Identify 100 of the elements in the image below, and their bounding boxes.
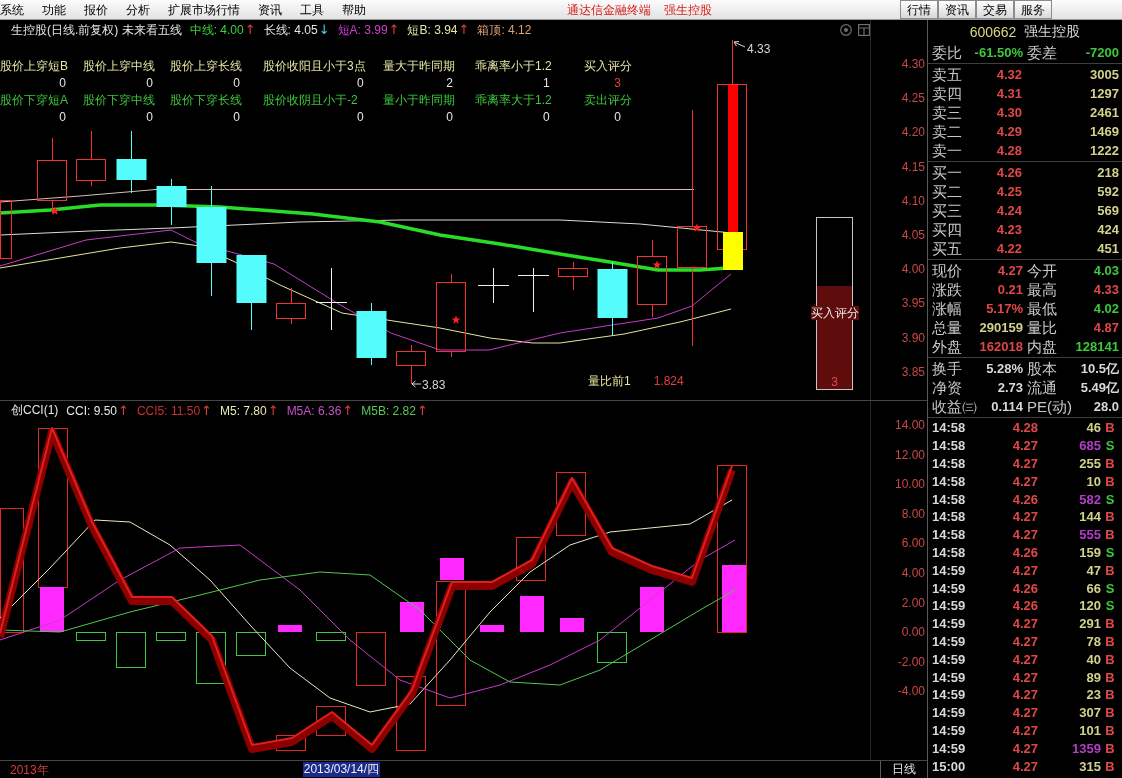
trade-time: 14:58 [932,527,967,543]
quote-value: 10.5亿 [1080,361,1119,376]
menu-item[interactable]: 分析 [126,0,150,19]
trade-volume: 144 [1079,509,1101,525]
order-volume: 1222 [1090,143,1119,158]
trade-side: B [1105,509,1115,525]
indicator-value: 中线: 4.00 [189,21,244,39]
order-price: 4.31 [996,86,1022,101]
menu-item[interactable]: 系统 [0,0,24,19]
negative-column [236,632,266,656]
trade-time: 14:58 [932,420,967,436]
trade-price: 4.27 [1012,705,1038,721]
trend-arrow: ↑ [244,23,256,37]
trade-time: 14:59 [932,722,967,738]
trend-arrow: ↑ [458,23,470,37]
trade-side: B [1105,456,1115,471]
menu-item[interactable]: 资讯 [258,0,282,19]
signal-label: 股价下穿短A [0,92,68,109]
doji-candle [517,267,550,313]
axis-label: 4.00 [901,565,925,580]
falling-candle [356,302,387,366]
menu-item[interactable]: 扩展市场行情 [168,0,240,19]
view-tab[interactable]: 资讯 [938,0,976,19]
view-tab[interactable]: 行情 [900,0,938,19]
trade-volume: 46 [1086,420,1101,436]
chart-title: 创CCI(1) [11,402,59,419]
trade-price: 4.27 [1012,562,1038,578]
trade-price: 4.27 [1012,722,1038,738]
quote-label: 内盘 [1027,337,1057,356]
quote-value: 4.03 [1093,263,1119,278]
volume-ratio-label: 量比前1 [588,374,631,388]
indicator-value: M5: 7.80 [220,403,267,418]
window-icon[interactable] [858,24,870,36]
signal-value: 0 [446,109,453,126]
quote-label: 涨幅 [932,299,962,318]
trade-time: 14:58 [932,473,967,489]
cci-column [516,537,546,581]
axis-label: 8.00 [901,506,925,521]
order-price: 4.29 [996,124,1022,139]
menu-item[interactable]: 功能 [42,0,66,19]
signal-value: 3 [614,75,621,92]
order-volume: 1297 [1090,86,1119,101]
stock-name: 强生控股 [1024,22,1081,41]
quote-label: 流通 [1027,378,1057,397]
menu-item[interactable]: 工具 [300,0,324,19]
quote-label: 委比 [932,43,962,62]
quote-label: 涨跌 [932,280,962,299]
high-price-label: 4.33 [747,42,771,56]
signal-value: 0 [233,75,240,92]
negative-column [116,632,146,668]
view-tab[interactable]: 服务 [1014,0,1052,19]
trade-time: 14:59 [932,580,967,596]
signal-value: 0 [614,109,621,126]
axis-label: 3.90 [901,330,925,345]
quote-value: -61.50% [974,45,1023,60]
quote-value: 2.73 [997,380,1023,395]
quote-value: 0.21 [997,282,1023,297]
menu-item[interactable]: 报价 [84,0,108,19]
signal-value: 2 [446,75,453,92]
axis-label: 4.05 [901,227,925,242]
trend-arrow: ↑ [342,403,354,418]
trend-arrow: ↑ [267,403,279,418]
trade-price: 4.27 [1012,669,1038,685]
star-marker-icon [50,206,60,215]
cursor-date-label: 2013/03/14/四 [302,762,381,777]
target-icon[interactable] [840,24,852,36]
chart-title: 生控股(日线.前复权) 未来看五线 [11,21,182,39]
menu-item[interactable]: 帮助 [342,0,366,19]
order-level-label: 买四 [932,220,963,239]
trade-price: 4.27 [1012,758,1038,774]
order-volume: 2461 [1090,105,1119,120]
trade-price: 4.27 [1012,527,1038,543]
signal-value: 1 [543,75,550,92]
trade-time: 14:58 [932,438,967,454]
indicator-value: M5B: 2.82 [361,403,416,418]
axis-label: 4.15 [901,159,925,174]
doji-candle [477,267,510,304]
trend-arrow: ↑ [416,403,428,418]
trade-side: B [1105,527,1115,543]
quote-label: 换手 [932,359,962,378]
rising-candle [76,130,106,187]
trade-volume: 23 [1086,687,1101,703]
signal-label: 乖离率小于1.2 [475,58,552,75]
quote-value: 0.114 [991,399,1023,414]
trade-side: B [1105,420,1115,436]
order-level-label: 买一 [932,163,963,182]
rising-candle [276,287,306,325]
histogram-bar [40,587,64,632]
view-tab[interactable]: 交易 [976,0,1014,19]
star-marker-icon [652,260,662,269]
signal-value: 0 [233,109,240,126]
trade-volume: 120 [1079,598,1101,614]
trade-price: 4.27 [1012,438,1038,454]
trade-price: 4.26 [1012,580,1038,596]
signal-label: 买入评分 [584,58,632,75]
trade-volume: 582 [1079,491,1101,507]
negative-column [597,632,627,663]
order-level-label: 买二 [932,182,963,201]
signal-label: 股价下穿中线 [83,92,155,109]
histogram-bar [640,587,664,632]
